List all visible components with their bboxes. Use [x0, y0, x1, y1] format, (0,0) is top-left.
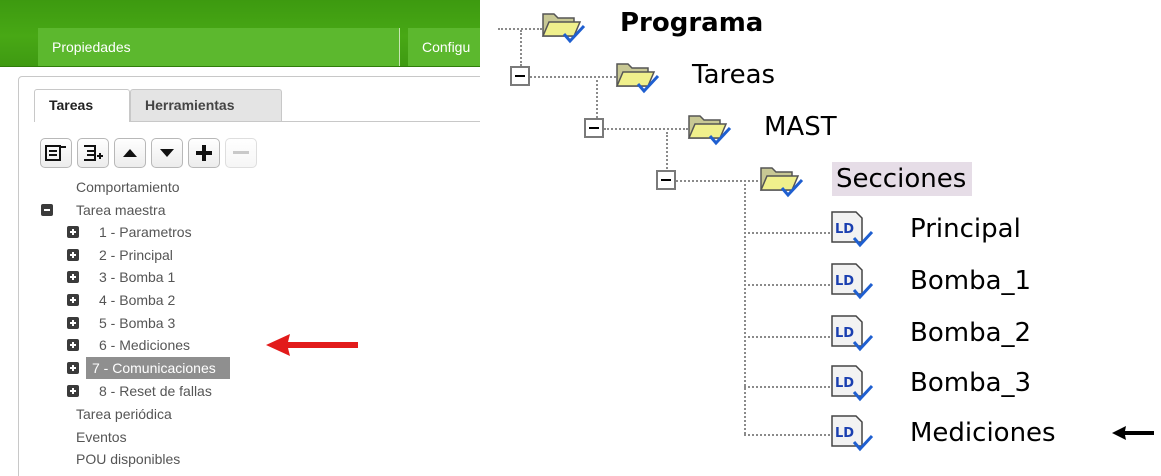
tree-node-label: Mediciones — [910, 418, 1056, 448]
ld-section-icon: LD — [831, 263, 874, 300]
project-browser-tree: Programa Tareas MAST Secciones LD Princi… — [480, 0, 1161, 476]
ld-section-icon: LD — [831, 315, 874, 352]
open-folder-icon — [759, 167, 804, 198]
expand-all-icon — [84, 145, 103, 161]
expand-icon[interactable] — [67, 385, 79, 397]
move-up-button[interactable] — [114, 138, 146, 168]
tree-item-label: Eventos — [76, 429, 127, 445]
tree-connector — [744, 386, 830, 388]
tree-connector — [666, 132, 668, 172]
tree-node-label: MAST — [764, 112, 837, 142]
tree-node-label: Secciones — [832, 162, 973, 196]
add-icon — [196, 145, 212, 161]
expand-icon[interactable] — [67, 362, 79, 374]
move-up-icon — [123, 149, 137, 157]
add-button[interactable] — [188, 138, 220, 168]
tree-item-label: POU disponibles — [76, 451, 181, 467]
ld-section-icon: LD — [831, 211, 874, 248]
tree-node-label: Bomba_2 — [910, 318, 1032, 348]
tree-item-label: 1 - Parametros — [99, 224, 192, 240]
open-folder-icon — [615, 63, 660, 94]
tree-connector — [604, 128, 688, 130]
expand-icon[interactable] — [67, 317, 79, 329]
expand-icon[interactable] — [67, 294, 79, 306]
collapse-icon[interactable] — [656, 170, 676, 190]
ld-section-icon: LD — [831, 365, 874, 402]
tree-item-label: Tarea periódica — [76, 406, 172, 422]
ld-section-icon: LD — [831, 415, 874, 452]
tree-connector — [744, 434, 830, 436]
remove-icon — [233, 151, 249, 154]
svg-text:LD: LD — [835, 274, 854, 289]
red-arrow-icon — [266, 334, 358, 356]
tree-item-label: 4 - Bomba 2 — [99, 292, 176, 308]
svg-text:LD: LD — [835, 426, 854, 441]
tree-item-label: Comportamiento — [76, 179, 180, 195]
expand-icon[interactable] — [67, 271, 79, 283]
tab-herramientas[interactable]: Herramientas — [130, 89, 282, 121]
tree-connector — [744, 284, 830, 286]
tree-item-label: Tarea maestra — [76, 202, 166, 218]
collapse-icon[interactable] — [41, 204, 53, 216]
tree-connector — [744, 336, 830, 338]
tree-item-label: 5 - Bomba 3 — [99, 315, 176, 331]
black-arrow-icon — [1112, 426, 1154, 440]
tree-node-label: Tareas — [692, 60, 776, 90]
collapse-icon[interactable] — [510, 66, 530, 86]
tree-connector — [744, 184, 746, 434]
tree-item-label: 3 - Bomba 1 — [99, 269, 176, 285]
tree-connector — [676, 180, 758, 182]
tree-node-label: Programa — [620, 8, 764, 38]
top-header-bar: Propiedades Configu — [0, 0, 480, 67]
open-folder-icon — [541, 13, 586, 44]
svg-text:LD: LD — [835, 376, 854, 391]
expand-icon[interactable] — [67, 226, 79, 238]
selected-tree-item-label: 7 - Comunicaciones — [86, 357, 230, 379]
tree-node-label: Principal — [910, 214, 1021, 244]
tree-node-label: Bomba_1 — [910, 266, 1032, 296]
expand-icon[interactable] — [67, 339, 79, 351]
open-folder-icon — [687, 115, 732, 146]
collapse-icon[interactable] — [584, 118, 604, 138]
tab-tareas[interactable]: Tareas — [34, 89, 130, 122]
svg-text:LD: LD — [835, 326, 854, 341]
tree-toolbar — [40, 138, 257, 170]
tree-connector — [596, 80, 598, 118]
expand-all-button[interactable] — [77, 138, 109, 168]
tree-item-label: 6 - Mediciones — [99, 337, 191, 353]
task-config-panel: Propiedades Configu Tareas Herramientas — [0, 0, 480, 476]
svg-text:LD: LD — [835, 222, 854, 237]
collapse-all-button[interactable] — [40, 138, 72, 168]
move-down-icon — [160, 149, 174, 157]
expand-icon[interactable] — [67, 249, 79, 261]
tab-configuracion[interactable]: Configu — [408, 28, 480, 66]
tree-item-label: 2 - Principal — [99, 247, 173, 263]
tab-propiedades[interactable]: Propiedades — [38, 28, 400, 66]
tree-connector — [520, 30, 522, 66]
tree-item-label: 8 - Reset de fallas — [99, 383, 212, 399]
move-down-button[interactable] — [151, 138, 183, 168]
tree-connector — [744, 232, 830, 234]
tree-connector — [530, 76, 616, 78]
remove-button[interactable] — [225, 138, 257, 168]
tree-node-label: Bomba_3 — [910, 368, 1032, 398]
collapse-all-icon — [45, 145, 66, 161]
